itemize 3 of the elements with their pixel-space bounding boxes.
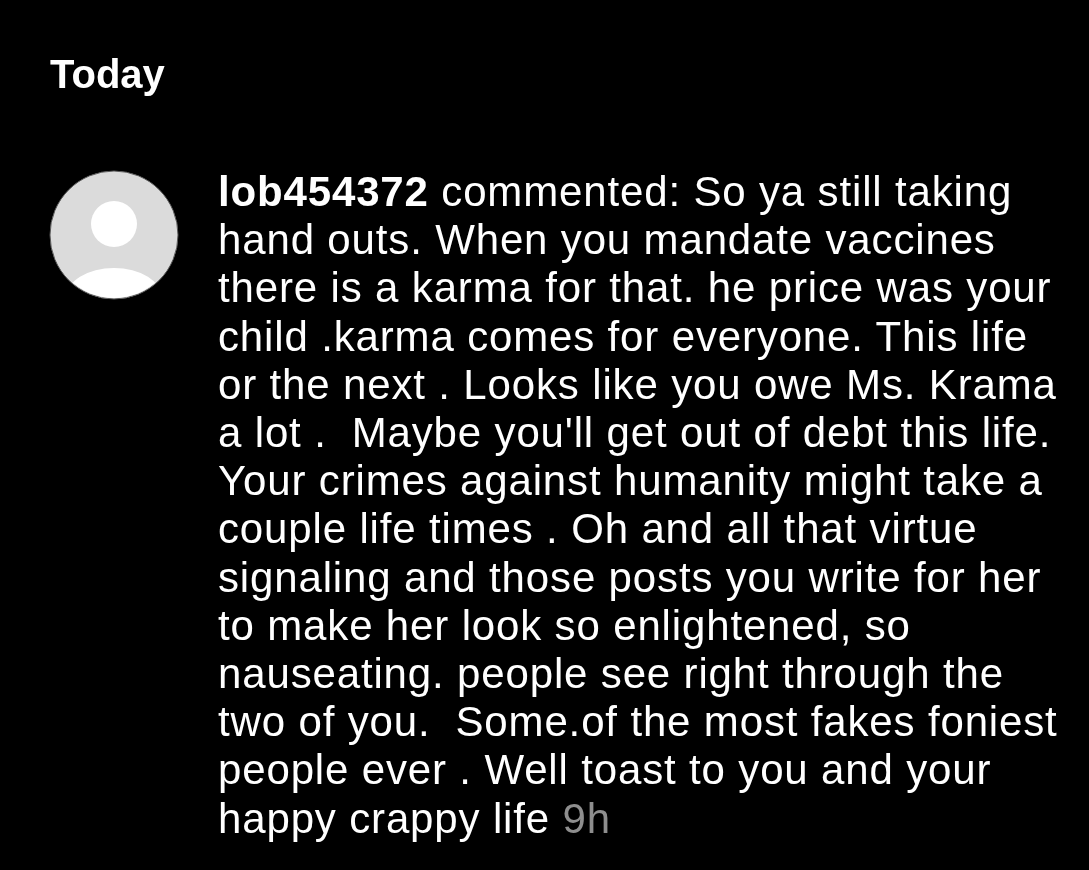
avatar-icon (49, 170, 179, 300)
notification-text: lob454372 commented: So ya still taking hand outs. When you mandate vaccines there is a karma for that. he price was your child .karma comes for everyone. This life or the next . Looks like you owe Ms. Krama a lot . Maybe you'll get out of debt this life. Your crimes against humanity might take a couple life times . Oh and all that virtue signaling and those posts you write for her to make her look so enlightened, so nauseating. people see right through the two of you. Some.of the most fakes foniest people ever . Well toast to you and your happy crappy life 9h (218, 168, 1059, 843)
section-heading: Today (50, 51, 165, 98)
